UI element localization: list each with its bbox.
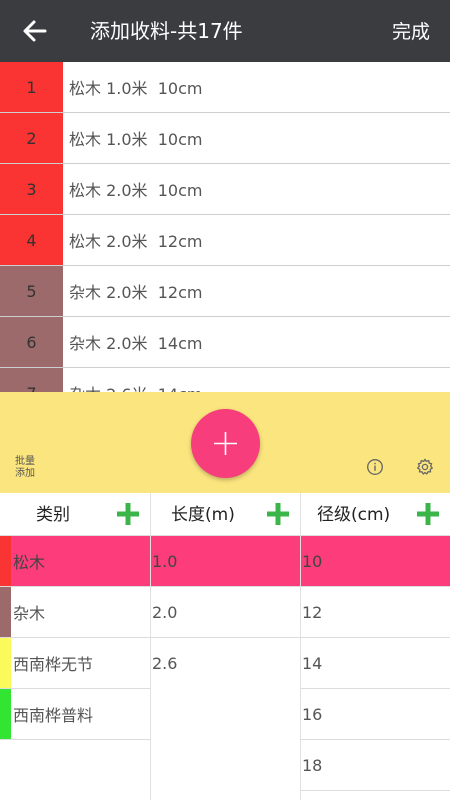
category-label: 西南桦普料 — [13, 706, 94, 725]
list-item[interactable]: 7 杂木 2.6米 14cm — [0, 368, 450, 392]
list-item[interactable]: 6 杂木 2.0米 14cm — [0, 317, 450, 368]
done-button[interactable]: 完成 — [392, 18, 430, 46]
app-bar: 添加收料-共17件 完成 — [0, 0, 450, 62]
color-swatch — [0, 689, 11, 739]
diameter-label: 14 — [302, 653, 323, 673]
page-title: 添加收料-共17件 — [90, 19, 243, 43]
category-header: 类别 — [0, 493, 150, 536]
diameter-column: 径级(cm) 10 12 14 16 18 — [300, 493, 450, 800]
info-icon — [367, 459, 383, 475]
green-plus-icon — [417, 503, 439, 525]
category-option[interactable]: 杂木 — [0, 587, 150, 638]
diameter-label: 16 — [302, 704, 323, 724]
add-item-fab[interactable] — [191, 409, 260, 478]
diameter-option[interactable]: 18 — [301, 740, 450, 791]
category-option[interactable]: 松木 — [0, 536, 150, 587]
diameter-label: 18 — [302, 755, 323, 775]
item-description: 杂木 2.6米 14cm — [63, 368, 450, 392]
item-number: 7 — [0, 368, 63, 392]
length-option[interactable]: 2.0 — [151, 587, 300, 638]
category-title: 类别 — [36, 505, 70, 525]
add-length-button[interactable] — [266, 502, 290, 526]
list-item[interactable]: 3 松木 2.0米 10cm — [0, 164, 450, 215]
list-item[interactable]: 1 松木 1.0米 10cm — [0, 62, 450, 113]
plus-icon — [214, 432, 237, 455]
green-plus-icon — [117, 503, 139, 525]
green-plus-icon — [267, 503, 289, 525]
item-number: 5 — [0, 266, 63, 316]
action-panel: 批量添加 — [0, 392, 450, 493]
color-swatch — [0, 587, 11, 637]
add-category-button[interactable] — [116, 502, 140, 526]
list-item[interactable]: 2 松木 1.0米 10cm — [0, 113, 450, 164]
diameter-option[interactable]: 16 — [301, 689, 450, 740]
item-list[interactable]: 1 松木 1.0米 10cm 2 松木 1.0米 10cm 3 松木 2.0米 … — [0, 62, 450, 392]
arrow-left-icon — [23, 20, 47, 42]
item-number: 3 — [0, 164, 63, 214]
length-title: 长度(m) — [171, 505, 235, 525]
gear-icon — [417, 458, 433, 475]
list-item[interactable]: 5 杂木 2.0米 12cm — [0, 266, 450, 317]
diameter-label: 12 — [302, 602, 323, 622]
item-description: 松木 1.0米 10cm — [69, 130, 203, 149]
category-column: 类别 松木 杂木 西南桦无节 西南桦普料 — [0, 493, 150, 800]
item-description: 松木 2.0米 10cm — [69, 181, 203, 200]
item-number: 2 — [0, 113, 63, 163]
item-number: 4 — [0, 215, 63, 265]
diameter-label: 10 — [302, 551, 323, 571]
item-description: 松木 2.0米 12cm — [69, 232, 203, 251]
item-description: 松木 1.0米 10cm — [69, 79, 203, 98]
length-label: 2.0 — [152, 602, 178, 622]
item-number: 1 — [0, 62, 63, 112]
length-label: 1.0 — [152, 551, 178, 571]
category-option[interactable]: 西南桦普料 — [0, 689, 150, 740]
add-diameter-button[interactable] — [416, 502, 440, 526]
diameter-option[interactable]: 12 — [301, 587, 450, 638]
list-item[interactable]: 4 松木 2.0米 12cm — [0, 215, 450, 266]
length-option[interactable]: 2.6 — [151, 638, 300, 689]
diameter-title: 径级(cm) — [317, 505, 391, 525]
diameter-header: 径级(cm) — [301, 493, 450, 536]
color-swatch — [0, 536, 11, 586]
item-description: 杂木 2.0米 14cm — [69, 334, 203, 353]
batch-add-button[interactable]: 批量添加 — [15, 456, 39, 480]
length-label: 2.6 — [152, 654, 178, 673]
item-number: 6 — [0, 317, 63, 367]
diameter-option[interactable]: 10 — [301, 536, 450, 587]
length-header: 长度(m) — [151, 493, 300, 536]
back-button[interactable] — [18, 14, 52, 48]
color-swatch — [0, 638, 11, 688]
item-description: 杂木 2.0米 12cm — [69, 283, 203, 302]
category-option[interactable]: 西南桦无节 — [0, 638, 150, 689]
length-option[interactable]: 1.0 — [151, 536, 300, 587]
length-column: 长度(m) 1.0 2.0 2.6 — [150, 493, 300, 800]
diameter-option[interactable]: 14 — [301, 638, 450, 689]
category-label: 西南桦无节 — [13, 655, 94, 674]
info-button[interactable] — [366, 458, 384, 476]
settings-button[interactable] — [416, 458, 434, 476]
